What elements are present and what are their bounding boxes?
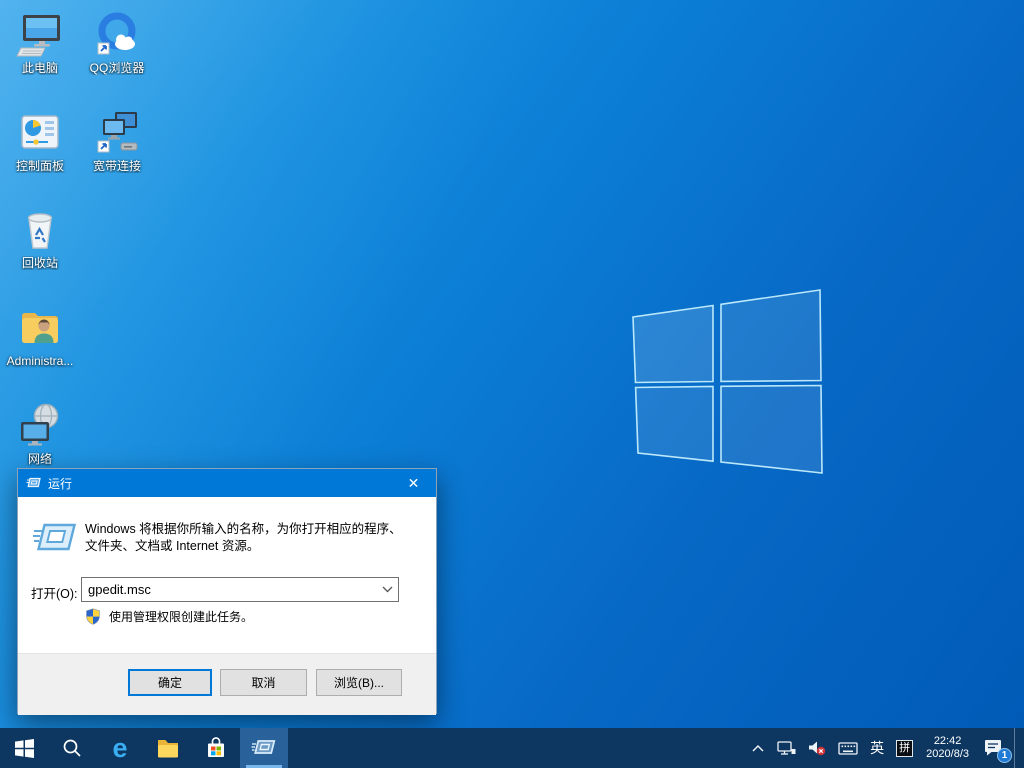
close-icon[interactable]: ✕: [391, 469, 436, 497]
cancel-button[interactable]: 取消: [220, 669, 307, 696]
user-folder-icon: [1, 301, 79, 351]
tray-ime-indicator[interactable]: 拼: [890, 728, 919, 768]
desktop-icon-recycle-bin[interactable]: 回收站: [1, 203, 79, 270]
chevron-down-icon[interactable]: [376, 586, 398, 593]
desktop-icon-control-panel[interactable]: 控制面板: [1, 106, 79, 173]
run-dialog-title: 运行: [48, 476, 73, 491]
desktop-icon-this-pc[interactable]: 此电脑: [1, 8, 79, 75]
uac-shield-icon: [86, 608, 100, 625]
tray-show-hidden-icons[interactable]: [745, 728, 771, 768]
clock-date: 2020/8/3: [926, 748, 969, 760]
taskbar-search-button[interactable]: [48, 728, 96, 768]
action-center-button[interactable]: 1: [976, 728, 1014, 768]
desktop-icon-admin-folder[interactable]: Administra...: [1, 301, 79, 368]
taskbar: e 英 拼 22:42 2020/8/3 1: [0, 728, 1024, 768]
run-dialog-body: Windows 将根据你所输入的名称，为你打开相应的程序、 文件夹、文档或 In…: [18, 497, 436, 653]
windows-logo-wallpaper: [632, 289, 823, 474]
start-button[interactable]: [0, 728, 48, 768]
tray-volume[interactable]: [802, 728, 832, 768]
open-label: 打开(O):: [31, 587, 78, 601]
edge-icon: e: [112, 732, 128, 763]
ime-pinyin-icon: 拼: [896, 739, 914, 757]
desktop-icon-network[interactable]: 网络: [1, 399, 79, 466]
desktop-icon-label: 网络: [27, 452, 52, 466]
desktop-icon-label: 宽带连接: [92, 159, 141, 173]
desktop-icon-broadband[interactable]: 宽带连接: [78, 106, 156, 173]
tray-language-indicator[interactable]: 英: [864, 728, 890, 768]
language-label: 英: [870, 740, 885, 756]
run-description-line1: Windows 将根据你所输入的名称，为你打开相应的程序、: [85, 522, 402, 536]
recycle-bin-icon: [1, 203, 79, 253]
run-dialog-titlebar[interactable]: 运行 ✕: [18, 469, 436, 497]
browse-button[interactable]: 浏览(B)...: [316, 669, 402, 696]
windows-start-icon: [14, 738, 34, 758]
desktop-icon-label: 回收站: [21, 256, 58, 270]
qq-browser-icon: [78, 8, 156, 58]
admin-note-text: 使用管理权限创建此任务。: [109, 610, 254, 624]
notification-count-badge: 1: [997, 748, 1012, 763]
network-icon: [1, 399, 79, 449]
tray-touch-keyboard[interactable]: [832, 728, 864, 768]
desktop-icon-label: 控制面板: [15, 159, 64, 173]
desktop-icon-label: QQ浏览器: [89, 61, 145, 75]
show-desktop-button[interactable]: [1014, 728, 1020, 768]
admin-note-row: 使用管理权限创建此任务。: [85, 608, 253, 625]
tray-clock[interactable]: 22:42 2020/8/3: [919, 735, 976, 761]
ok-button[interactable]: 确定: [128, 669, 212, 696]
desktop-icon-label: 此电脑: [21, 61, 58, 75]
clock-time: 22:42: [933, 735, 962, 747]
run-icon: [33, 523, 77, 551]
this-pc-icon: [1, 8, 79, 58]
run-combobox[interactable]: [81, 577, 399, 602]
volume-muted-icon: [809, 741, 826, 756]
run-description-line2: 文件夹、文档或 Internet 资源。: [85, 539, 260, 553]
run-taskbar-icon: [251, 740, 276, 754]
run-dialog: 运行 ✕ Windows 将根据你所输入的名称，为你打开相应的程序、 文件夹、文…: [17, 468, 437, 715]
taskbar-store-button[interactable]: [192, 728, 240, 768]
taskbar-explorer-button[interactable]: [144, 728, 192, 768]
file-explorer-icon: [158, 740, 178, 758]
microsoft-store-icon: [208, 737, 224, 757]
taskbar-edge-button[interactable]: e: [96, 728, 144, 768]
chevron-up-icon: [752, 744, 764, 752]
tray-network[interactable]: [771, 728, 802, 768]
run-input[interactable]: [82, 582, 376, 597]
keyboard-icon: [838, 741, 858, 755]
network-ethernet-icon: [777, 740, 796, 755]
desktop-icon-label: Administra...: [6, 354, 74, 368]
run-dialog-footer: 确定 取消 浏览(B)...: [18, 653, 436, 715]
run-description: Windows 将根据你所输入的名称，为你打开相应的程序、 文件夹、文档或 In…: [85, 521, 402, 555]
system-tray: 英 拼 22:42 2020/8/3 1: [745, 728, 1024, 768]
taskbar-run-button[interactable]: [240, 728, 288, 768]
control-panel-icon: [1, 106, 79, 156]
desktop: 此电脑 QQ浏览器 控制面板 宽带连接 回收站 Administra... 网络…: [0, 0, 1024, 768]
run-window-icon: [26, 477, 41, 488]
desktop-icon-qq-browser[interactable]: QQ浏览器: [78, 8, 156, 75]
search-icon: [63, 739, 81, 757]
broadband-icon: [78, 106, 156, 156]
